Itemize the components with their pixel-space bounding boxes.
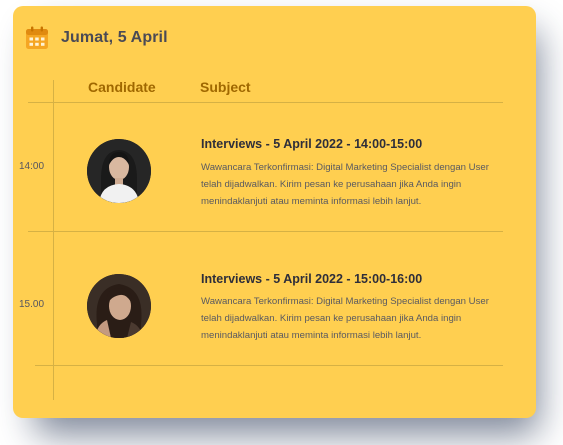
schedule-card: Jumat, 5 April Candidate Subject 14:00 I… xyxy=(13,6,536,418)
candidate-avatar[interactable] xyxy=(87,139,151,203)
row-divider xyxy=(28,231,503,232)
card-header: Jumat, 5 April xyxy=(25,25,168,51)
date-title: Jumat, 5 April xyxy=(61,29,168,46)
column-subject: Subject xyxy=(200,79,251,95)
timeline-divider xyxy=(53,80,54,400)
header-divider xyxy=(28,102,503,103)
event-title[interactable]: Interviews - 5 April 2022 - 14:00-15:00 xyxy=(201,137,422,151)
event-title[interactable]: Interviews - 5 April 2022 - 15:00-16:00 xyxy=(201,272,422,286)
event-description: Wawancara Terkonfirmasi: Digital Marketi… xyxy=(201,162,489,207)
event-description: Wawancara Terkonfirmasi: Digital Marketi… xyxy=(201,296,489,341)
candidate-avatar[interactable] xyxy=(87,274,151,338)
column-candidate: Candidate xyxy=(88,79,156,95)
time-label: 14:00 xyxy=(19,161,45,172)
time-label: 15.00 xyxy=(19,299,45,310)
row-divider xyxy=(35,365,503,366)
calendar-icon xyxy=(26,26,48,49)
